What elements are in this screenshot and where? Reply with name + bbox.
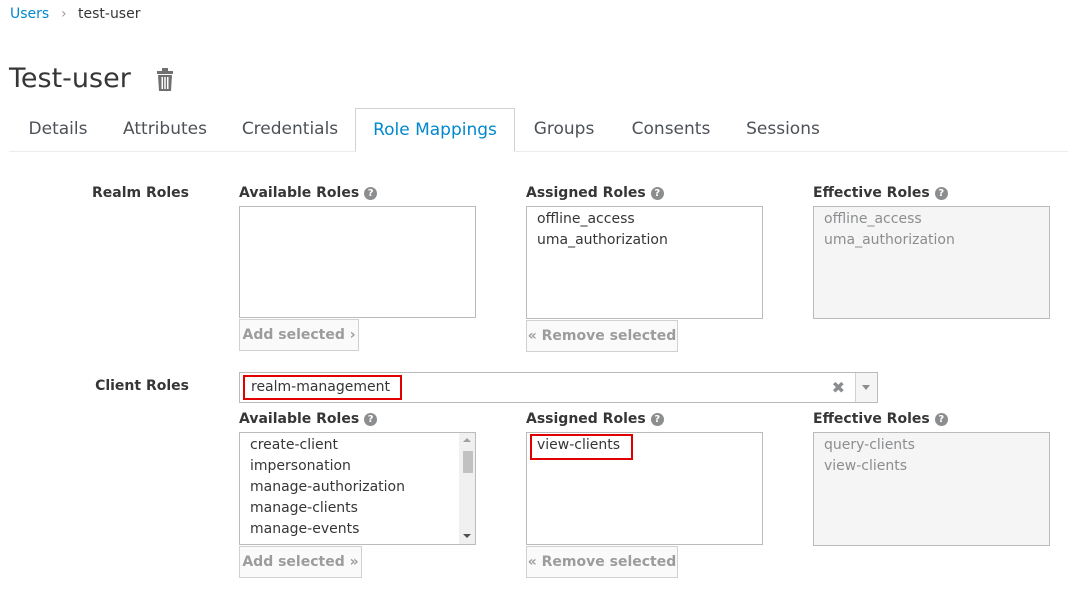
scrollbar[interactable] [459,433,475,544]
highlight-box [243,375,402,400]
client-available-roles-label: Available Roles [239,411,360,427]
breadcrumb-users-link[interactable]: Users [10,6,49,22]
list-item: offline_access [824,211,922,227]
clear-icon[interactable]: ✖ [832,378,845,397]
help-icon[interactable]: ? [364,186,378,200]
realm-roles-label: Realm Roles [91,185,189,201]
breadcrumb-separator: › [61,6,67,22]
help-icon[interactable]: ? [934,412,948,426]
realm-available-roles-heading: Available Roles ? [239,185,378,201]
help-icon[interactable]: ? [650,186,664,200]
tab-credentials[interactable]: Credentials [227,108,353,152]
trash-icon[interactable] [154,68,176,92]
list-item[interactable]: manage-events [250,519,455,540]
tab-role-mappings[interactable]: Role Mappings [355,108,515,152]
realm-remove-selected-button[interactable]: « Remove selected [526,320,678,352]
tab-consents[interactable]: Consents [616,108,726,152]
client-add-selected-button[interactable]: Add selected » [239,546,362,578]
realm-effective-roles-list: offline_access uma_authorization [813,206,1050,319]
breadcrumb-current: test-user [78,6,141,22]
list-item[interactable]: create-client [250,435,455,456]
tab-details[interactable]: Details [12,108,104,152]
page-title: Test-user [9,63,131,94]
list-item[interactable]: offline_access [537,209,752,230]
tab-sessions[interactable]: Sessions [733,108,833,152]
list-item: view-clients [824,458,908,474]
list-item[interactable]: manage-clients [250,498,455,519]
highlight-box [530,434,633,460]
client-available-roles-heading: Available Roles ? [239,411,378,427]
realm-assigned-roles-heading: Assigned Roles ? [526,185,664,201]
realm-assigned-roles-label: Assigned Roles [526,185,646,201]
list-item: uma_authorization [824,232,955,248]
tab-groups[interactable]: Groups [520,108,608,152]
list-item[interactable]: manage-authorization [250,477,455,498]
realm-assigned-roles-list[interactable]: offline_access uma_authorization [526,206,763,319]
help-icon[interactable]: ? [934,186,948,200]
help-icon[interactable]: ? [650,412,664,426]
list-item[interactable]: impersonation [250,456,455,477]
client-roles-label: Client Roles [95,378,189,394]
client-assigned-roles-heading: Assigned Roles ? [526,411,664,427]
client-effective-roles-heading: Effective Roles ? [813,411,948,427]
realm-effective-roles-label: Effective Roles [813,185,930,201]
client-available-roles-list[interactable]: create-client impersonation manage-autho… [239,432,476,545]
list-item: query-clients [824,437,915,453]
client-effective-roles-label: Effective Roles [813,411,930,427]
help-icon[interactable]: ? [364,412,378,426]
realm-effective-roles-heading: Effective Roles ? [813,185,948,201]
client-remove-selected-button[interactable]: « Remove selected [526,546,678,578]
scroll-up-arrow-icon[interactable] [463,438,471,442]
list-item[interactable]: uma_authorization [537,230,752,251]
scroll-down-arrow-icon[interactable] [463,534,471,538]
scroll-thumb[interactable] [463,451,473,473]
chevron-down-icon [862,385,870,390]
client-effective-roles-list: query-clients view-clients [813,432,1050,546]
realm-add-selected-button[interactable]: Add selected › [239,319,359,351]
client-assigned-roles-label: Assigned Roles [526,411,646,427]
realm-available-roles-list[interactable] [239,206,476,318]
select-toggle[interactable] [855,373,877,402]
realm-available-roles-label: Available Roles [239,185,360,201]
tab-attributes[interactable]: Attributes [110,108,220,152]
